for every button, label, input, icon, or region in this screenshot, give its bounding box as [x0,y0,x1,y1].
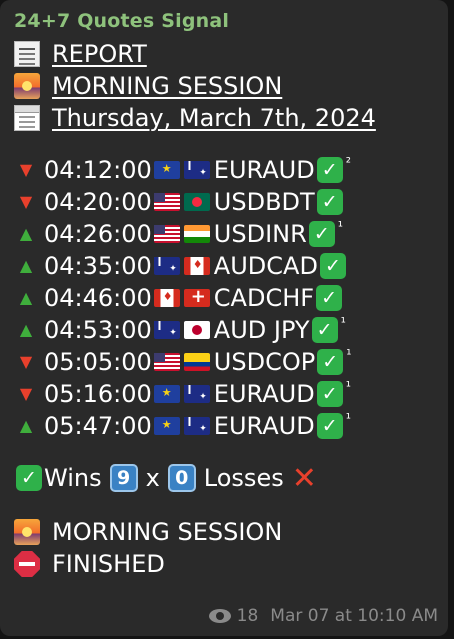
india-flag-icon [183,225,210,243]
signal-row: ▼ 05:05:00 USDCOP ✓ ¹ [14,346,438,378]
signal-row: ▼ 04:12:00 EURAUD✓² [14,154,438,186]
signal-time: 04:26:00 [44,220,152,248]
signal-row: ▲ 04:53:00 AUD JPY✓¹ [14,314,438,346]
view-count: 18 [236,606,259,626]
session-line: MORNING SESSION [14,70,438,102]
footer-session-line: MORNING SESSION [14,516,438,548]
signal-time: 04:12:00 [44,156,152,184]
bangladesh-flag-icon [183,193,210,211]
check-icon: ✓ [16,465,42,491]
gale-level: ¹ [345,380,351,395]
currency-pair: USDBDT [213,188,315,216]
stop-sign-icon [14,551,40,577]
us-flag-icon [153,193,180,211]
australia-flag-icon [183,385,210,403]
check-icon: ✓ [308,221,335,247]
arrow-down-icon: ▼ [19,160,33,179]
check-icon: ✓ [319,253,346,279]
currency-pair: CADCHF [213,284,315,312]
gale-level: ¹ [340,316,346,331]
footer-status-line: FINISHED [14,548,438,580]
gale-level: ² [345,156,351,171]
check-icon: ✓ [316,285,343,311]
currency-pair: USDCOP [213,348,316,376]
losses-label: Losses [203,464,284,492]
signal-row: ▲ 05:47:00 EURAUD✓¹ [14,410,438,442]
australia-flag-icon [153,257,180,275]
australia-flag-icon [183,161,210,179]
check-icon: ✓ [316,189,343,215]
signal-time: 04:20:00 [44,188,152,216]
signal-row: ▲ 04:35:00 AUDCAD✓ [14,250,438,282]
report-line: REPORT [14,38,438,70]
losses-count: 0 [167,464,196,492]
footer-status: FINISHED [52,550,165,578]
currency-pair: AUD JPY [213,316,310,344]
wins-label: Wins [44,464,102,492]
arrow-up-icon: ▲ [19,256,33,275]
colombia-flag-icon [183,353,210,371]
footer-session: MORNING SESSION [52,518,283,546]
date-line: Thursday, March 7th, 2024 [14,102,438,134]
currency-pair: EURAUD [213,380,315,408]
wins-count: 9 [109,464,138,492]
signal-row: ▲ 04:46:00 CADCHF✓ [14,282,438,314]
arrow-up-icon: ▲ [19,224,33,243]
us-flag-icon [153,353,180,371]
arrow-up-icon: ▲ [19,288,33,307]
sunrise-icon [14,519,40,545]
signal-time: 04:35:00 [44,252,152,280]
canada-flag-icon [153,289,180,307]
message-meta: 18 Mar 07 at 10:10 AM [208,606,438,626]
arrow-down-icon: ▼ [19,352,33,371]
session-title: MORNING SESSION [52,72,283,100]
arrow-down-icon: ▼ [19,384,33,403]
arrow-up-icon: ▲ [19,416,33,435]
currency-pair: USDINR [213,220,307,248]
message-timestamp: Mar 07 at 10:10 AM [270,606,438,626]
arrow-up-icon: ▲ [19,320,33,339]
signal-time: 04:46:00 [44,284,152,312]
japan-flag-icon [183,321,210,339]
sender-name[interactable]: 24+7 Quotes Signal [14,10,438,32]
summary-separator: x [145,464,160,492]
australia-flag-icon [153,321,180,339]
check-icon: ✓ [311,317,338,343]
signal-time: 05:16:00 [44,380,152,408]
signal-row: ▲ 04:26:00 USDINR ✓ ¹ [14,218,438,250]
gale-level: ¹ [345,412,351,427]
check-icon: ✓ [317,349,344,375]
arrow-down-icon: ▼ [19,192,33,211]
eu-flag-icon [153,417,180,435]
report-date: Thursday, March 7th, 2024 [52,104,376,132]
currency-pair: EURAUD [213,156,315,184]
message-bubble[interactable]: 24+7 Quotes Signal REPORT MORNING SESSIO… [0,0,448,636]
eu-flag-icon [153,385,180,403]
results-summary: ✓ Wins 9 x 0 Losses ✕ [14,460,438,496]
eye-icon [208,609,231,623]
check-icon: ✓ [316,381,343,407]
signal-row: ▼ 05:16:00 EURAUD✓¹ [14,378,438,410]
report-title: REPORT [52,40,147,68]
us-flag-icon [153,225,180,243]
australia-flag-icon [183,417,210,435]
cross-icon: ✕ [291,460,317,496]
check-icon: ✓ [316,157,343,183]
currency-pair: AUDCAD [213,252,318,280]
signal-time: 04:53:00 [44,316,152,344]
check-icon: ✓ [316,413,343,439]
eu-flag-icon [153,161,180,179]
sunrise-icon [14,73,40,99]
receipt-icon [14,41,40,67]
signal-row: ▼ 04:20:00 USDBDT ✓ [14,186,438,218]
signal-time: 05:47:00 [44,412,152,440]
switzerland-flag-icon [183,286,210,307]
canada-flag-icon [183,257,210,275]
currency-pair: EURAUD [213,412,315,440]
signal-time: 05:05:00 [44,348,152,376]
gale-level: ¹ [337,220,344,235]
signal-list: ▼04:12:00EURAUD✓²▼04:20:00USDBDT✓▲04:26:… [14,154,438,442]
calendar-icon [14,105,40,131]
gale-level: ¹ [346,348,352,363]
